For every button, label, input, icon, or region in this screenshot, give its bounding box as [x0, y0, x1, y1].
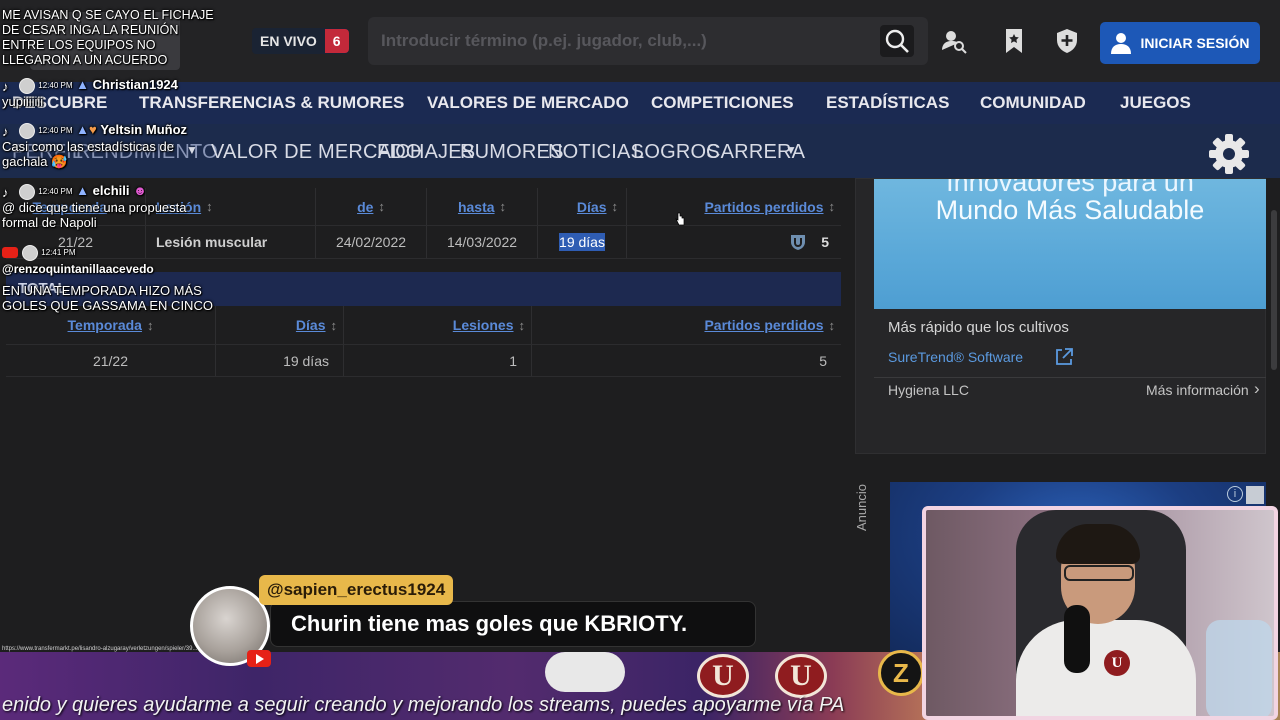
chat-message: ♪ 12:40 PM ▲♥ Yeltsin Muñoz Casi como la… — [2, 122, 202, 169]
ad-banner-image[interactable]: Innovadores para un Mundo Más Saludable — [874, 179, 1266, 309]
shirt-crest: U — [1104, 650, 1130, 676]
chat-text: ME AVISAN Q SE CAYO EL FICHAJE DE CESAR … — [2, 8, 214, 67]
ad-company: Hygiena LLC — [888, 382, 969, 398]
screen: EN VIVO 6 INICIAR SESIÓN DESCUBRE TRANSF… — [0, 0, 1280, 720]
club-crest-icon — [791, 235, 806, 250]
selected-text: 19 días — [559, 233, 605, 251]
chat-username: @renzoquintanillaacevedo — [2, 261, 154, 276]
search-button[interactable] — [880, 25, 914, 57]
avatar — [18, 122, 35, 139]
chat-message: ♪ 12:40 PM ▲ Christian1924 yupiiiiiii — [2, 77, 178, 109]
chat-message: ♪ 12:40 PM ▲ elchili ☻ @ dice que tiene … — [2, 183, 222, 230]
avatar — [18, 183, 35, 200]
highlight-username: @sapien_erectus1924 — [259, 575, 454, 605]
sponsored-ad[interactable]: Innovadores para un Mundo Más Saludable … — [855, 178, 1266, 454]
col-partidos-perdidos[interactable]: Partidos perdidos — [704, 317, 823, 333]
ad-more-info-link[interactable]: Más información — [1146, 382, 1249, 398]
cell-from: 24/02/2022 — [316, 226, 427, 258]
cell-season: 21/22 — [6, 345, 216, 376]
nav-valores-de-mercado[interactable]: VALORES DE MERCADO — [427, 93, 629, 113]
scrolling-ticker: enido y quieres ayudarme a seguir creand… — [2, 694, 845, 716]
live-indicator[interactable]: EN VIVO 6 — [252, 28, 349, 54]
highlight-message: Churin tiene mas goles que KBRIOTY. — [270, 601, 756, 647]
club-crest-icon: U — [775, 654, 827, 698]
webcam-feed: U — [922, 506, 1278, 720]
nav-transferencias[interactable]: TRANSFERENCIAS & RUMORES — [139, 93, 404, 113]
chat-text: EN UNA TEMPORADA HIZO MÁS GOLES QUE GASS… — [2, 282, 213, 313]
youtube-icon — [247, 650, 271, 667]
cell-to: 14/03/2022 — [427, 226, 538, 258]
live-count-badge: 6 — [324, 29, 349, 53]
ad-link[interactable]: SureTrend® Software — [888, 349, 1023, 365]
col-lesiones[interactable]: Lesiones — [453, 317, 514, 333]
chat-text: yupiiiiiii — [2, 93, 44, 109]
nav-comunidad[interactable]: COMUNIDAD — [980, 93, 1086, 113]
cell-days: 19 días — [216, 345, 344, 376]
cell-missed: 5 — [627, 226, 841, 258]
col-de[interactable]: de — [357, 199, 373, 215]
col-temporada[interactable]: Temporada — [68, 317, 142, 333]
missed-value: 5 — [821, 234, 829, 250]
shield-plus-icon[interactable] — [1054, 28, 1080, 54]
tiktok-icon: ♪ — [2, 79, 9, 95]
col-dias[interactable]: Días — [577, 199, 607, 215]
login-button[interactable]: INICIAR SESIÓN — [1100, 22, 1260, 64]
chat-message: ME AVISAN Q SE CAYO EL FICHAJE DE CESAR … — [2, 8, 222, 68]
chevron-right-icon[interactable]: › — [1254, 379, 1260, 399]
chat-text: @ dice que tiene una propuesta formal de… — [2, 199, 187, 230]
table-row: 21/22 19 días 1 5 — [6, 345, 841, 377]
search-input[interactable] — [368, 17, 868, 65]
microphone — [1064, 605, 1090, 673]
cloud-graphic — [545, 652, 625, 692]
nav-estadisticas[interactable]: ESTADÍSTICAS — [826, 93, 949, 113]
ad-headline: Mundo Más Saludable — [935, 195, 1205, 225]
tiktok-icon: ♪ — [2, 124, 9, 140]
club-crest-icon: U — [697, 654, 749, 698]
user-search-icon[interactable] — [941, 28, 967, 54]
chat-text: Casi como las estadísticas de gachala 🥵 — [2, 138, 174, 169]
info-icon[interactable]: i — [1227, 486, 1243, 502]
col-partidos-perdidos[interactable]: Partidos perdidos — [704, 199, 823, 215]
user-icon — [1110, 33, 1131, 54]
bookmark-icon[interactable] — [1001, 28, 1027, 54]
cell-missed: 5 — [819, 352, 827, 369]
search-box — [368, 17, 928, 65]
search-icon — [885, 29, 909, 53]
login-label: INICIAR SESIÓN — [1140, 35, 1250, 51]
chat-username: Christian1924 — [92, 77, 178, 92]
youtube-icon — [2, 247, 18, 259]
col-hasta[interactable]: hasta — [458, 199, 495, 215]
scrollbar[interactable] — [1271, 210, 1277, 370]
ad-label: Anuncio — [853, 484, 869, 531]
divider — [874, 377, 1266, 378]
hand-cursor-icon — [675, 212, 685, 226]
ad-close-icon[interactable] — [1246, 486, 1264, 504]
tiktok-icon: ♪ — [2, 185, 9, 201]
avatar — [18, 77, 35, 94]
main-navigation: DESCUBRE TRANSFERENCIAS & RUMORES VALORE… — [0, 82, 1280, 124]
channel-logo: Z — [878, 650, 924, 696]
cell-injuries: 1 — [344, 345, 532, 376]
live-label: EN VIVO — [260, 33, 317, 49]
chat-message: 12:41 PM @renzoquintanillaacevedo EN UNA… — [2, 244, 222, 313]
nav-juegos[interactable]: JUEGOS — [1120, 93, 1191, 113]
chevron-down-icon[interactable]: ▼ — [785, 143, 797, 157]
ad-title: Más rápido que los cultivos — [888, 319, 1069, 336]
nav-competiciones[interactable]: COMPETICIONES — [651, 93, 794, 113]
cell-days: 19 días — [538, 226, 627, 258]
subnav-noticias[interactable]: NOTICIAS — [548, 141, 644, 164]
avatar — [21, 244, 38, 261]
col-dias[interactable]: Días — [296, 317, 326, 333]
chat-username: Yeltsin Muñoz — [100, 122, 188, 137]
chat-username: elchili — [92, 183, 130, 198]
gear-icon[interactable] — [1206, 131, 1252, 177]
external-link-icon[interactable] — [1054, 347, 1074, 367]
